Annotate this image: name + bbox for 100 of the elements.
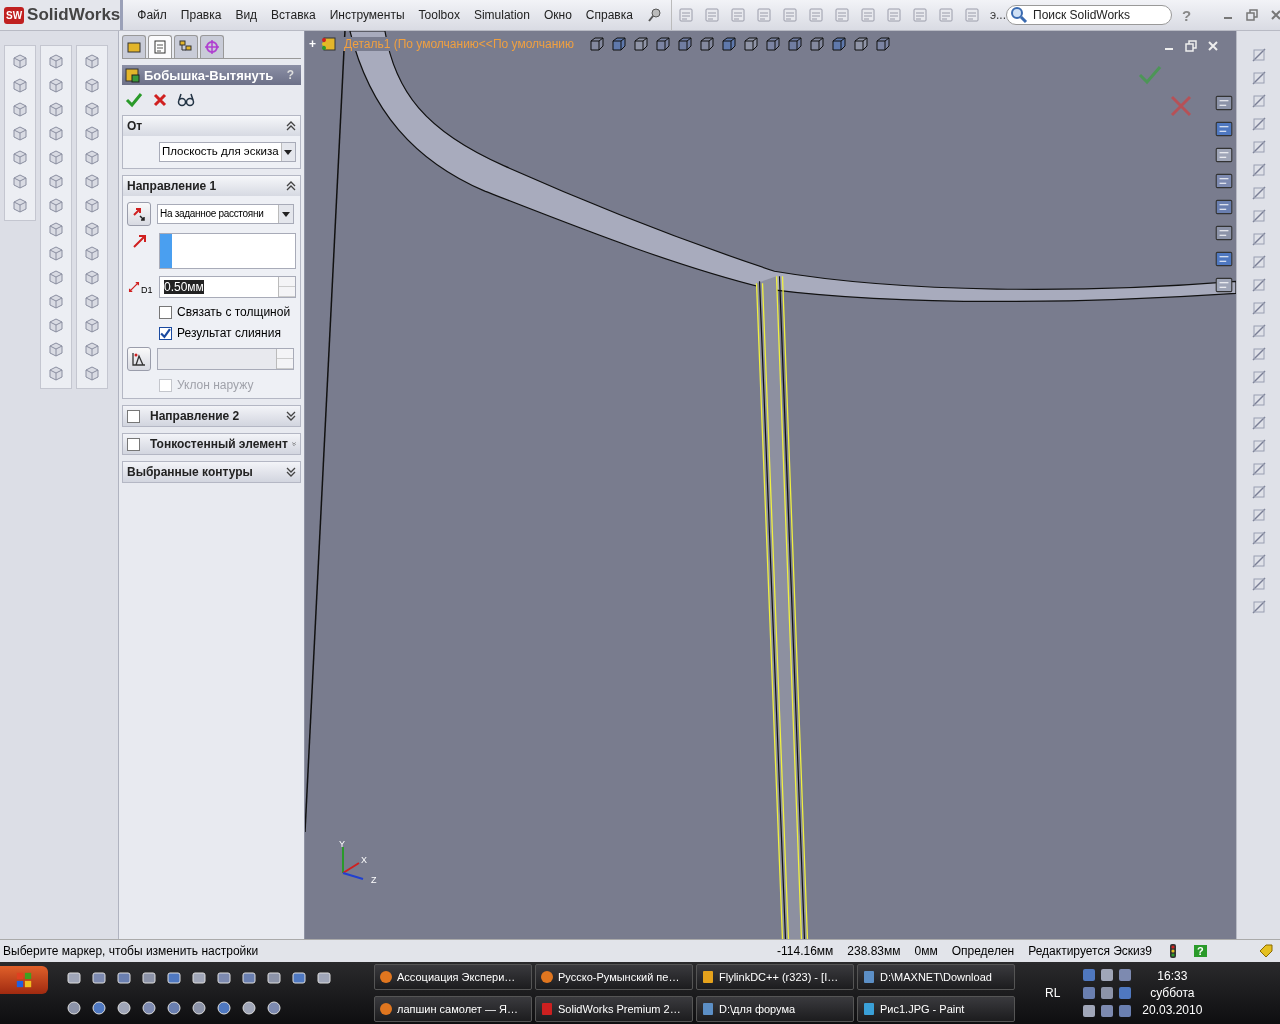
sketch-tool-icon[interactable] — [1250, 392, 1267, 408]
launcher-icon[interactable] — [116, 1000, 132, 1016]
launcher-icon[interactable] — [66, 1000, 82, 1016]
collapse-icon[interactable] — [286, 121, 296, 131]
tool-icon[interactable] — [83, 292, 101, 310]
taskbar-button[interactable]: SolidWorks Premium 2… — [535, 996, 693, 1022]
launcher-icon[interactable] — [291, 970, 307, 986]
depth-field[interactable]: 0.50мм — [159, 276, 296, 298]
tray-icon[interactable] — [1118, 986, 1133, 1000]
launcher-icon[interactable] — [191, 1000, 207, 1016]
taskbar-button[interactable]: лапшин самолет — Я… — [374, 996, 532, 1022]
tool-icon[interactable] — [83, 124, 101, 142]
tray-icon[interactable] — [1100, 986, 1115, 1000]
tool-icon[interactable] — [83, 148, 101, 166]
menu-item[interactable]: Toolbox — [418, 8, 460, 22]
expand-icon[interactable] — [286, 467, 296, 477]
sketch-tool-icon[interactable] — [1250, 300, 1267, 316]
launcher-icon[interactable] — [166, 970, 182, 986]
toolbar-icon[interactable] — [833, 7, 850, 23]
sketch-tool-icon[interactable] — [1250, 415, 1267, 431]
tool-icon[interactable] — [83, 268, 101, 286]
view-cube-icon[interactable] — [676, 35, 695, 53]
toolbar-icon[interactable] — [885, 7, 902, 23]
tool-icon[interactable] — [83, 220, 101, 238]
tray-icon[interactable] — [1082, 1004, 1097, 1018]
tool-icon[interactable] — [47, 100, 65, 118]
launcher-icon[interactable] — [66, 970, 82, 986]
sketch-tool-icon[interactable] — [1250, 277, 1267, 293]
sketch-tool-icon[interactable] — [1250, 438, 1267, 454]
view-cube-icon[interactable] — [654, 35, 673, 53]
tool-icon[interactable] — [47, 268, 65, 286]
menu-item[interactable]: Файл — [137, 8, 167, 22]
panel-tab[interactable] — [148, 35, 172, 58]
tool-icon[interactable] — [11, 52, 29, 70]
tool-icon[interactable] — [11, 196, 29, 214]
tray-icon[interactable] — [1082, 986, 1097, 1000]
checkbox-label[interactable]: Результат слияния — [177, 326, 281, 340]
tool-icon[interactable] — [47, 148, 65, 166]
launcher-icon[interactable] — [266, 970, 282, 986]
launcher-icon[interactable] — [266, 1000, 282, 1016]
sketch-tool-icon[interactable] — [1250, 369, 1267, 385]
taskbar-button[interactable]: FlylinkDC++ (r323) - [I… — [696, 964, 854, 990]
launcher-icon[interactable] — [141, 1000, 157, 1016]
tool-icon[interactable] — [47, 76, 65, 94]
dropdown[interactable]: Плоскость для эскиза — [159, 142, 296, 162]
selection-box[interactable] — [159, 233, 296, 269]
toolbar-icon[interactable] — [911, 7, 928, 23]
overflow-label[interactable]: э... — [989, 8, 1007, 22]
launcher-icon[interactable] — [241, 1000, 257, 1016]
close-icon[interactable] — [1206, 39, 1220, 53]
toolbar-icon[interactable] — [781, 7, 798, 23]
launcher-icon[interactable] — [166, 1000, 182, 1016]
taskbar-button[interactable]: Русско-Румынский пе… — [535, 964, 693, 990]
tray-icon[interactable] — [1118, 968, 1133, 982]
taskbar-button[interactable]: D:\MAXNET\Download — [857, 964, 1015, 990]
pin-icon[interactable] — [646, 7, 663, 23]
language-indicator[interactable]: RL — [1045, 986, 1061, 1000]
toolbar-icon[interactable] — [859, 7, 876, 23]
tray-icon[interactable] — [1100, 1004, 1115, 1018]
launcher-icon[interactable] — [91, 1000, 107, 1016]
start-button[interactable] — [0, 966, 48, 994]
tool-icon[interactable] — [83, 340, 101, 358]
tool-icon[interactable] — [47, 124, 65, 142]
sketch-tool-icon[interactable] — [1250, 346, 1267, 362]
collapse-icon[interactable] — [286, 181, 296, 191]
view-cube-icon[interactable] — [698, 35, 717, 53]
task-pane-icon[interactable] — [1214, 223, 1234, 243]
expand-icon[interactable] — [286, 411, 296, 421]
tool-icon[interactable] — [83, 196, 101, 214]
launcher-icon[interactable] — [216, 1000, 232, 1016]
sketch-tool-icon[interactable] — [1250, 576, 1267, 592]
sketch-tool-icon[interactable] — [1250, 599, 1267, 615]
sketch-tool-icon[interactable] — [1250, 162, 1267, 178]
checkbox-label[interactable]: Связать с толщиной — [177, 305, 291, 319]
sketch-tool-icon[interactable] — [1250, 530, 1267, 546]
tool-icon[interactable] — [11, 76, 29, 94]
ok-icon[interactable] — [125, 91, 143, 109]
sketch-tool-icon[interactable] — [1250, 185, 1267, 201]
toolbar-icon[interactable] — [729, 7, 746, 23]
sketch-tool-icon[interactable] — [1250, 93, 1267, 109]
restore-icon[interactable] — [1184, 39, 1198, 53]
taskbar-button[interactable]: D:\для форума — [696, 996, 854, 1022]
task-pane-icon[interactable] — [1214, 145, 1234, 165]
launcher-icon[interactable] — [241, 970, 257, 986]
tool-icon[interactable] — [47, 364, 65, 382]
tray-icon[interactable] — [1100, 968, 1115, 982]
tool-icon[interactable] — [47, 52, 65, 70]
tool-icon[interactable] — [11, 124, 29, 142]
toolbar-icon[interactable] — [703, 7, 720, 23]
tool-icon[interactable] — [47, 292, 65, 310]
sketch-tool-icon[interactable] — [1250, 553, 1267, 569]
sketch-tool-icon[interactable] — [1250, 116, 1267, 132]
help-button[interactable]: ? — [1194, 945, 1207, 957]
tool-icon[interactable] — [83, 172, 101, 190]
sketch-tool-icon[interactable] — [1250, 70, 1267, 86]
view-cube-icon[interactable] — [610, 35, 629, 53]
checkbox[interactable] — [127, 437, 140, 451]
toolbar-icon[interactable] — [677, 7, 694, 23]
sketch-tool-icon[interactable] — [1250, 484, 1267, 500]
task-pane-icon[interactable] — [1214, 275, 1234, 295]
